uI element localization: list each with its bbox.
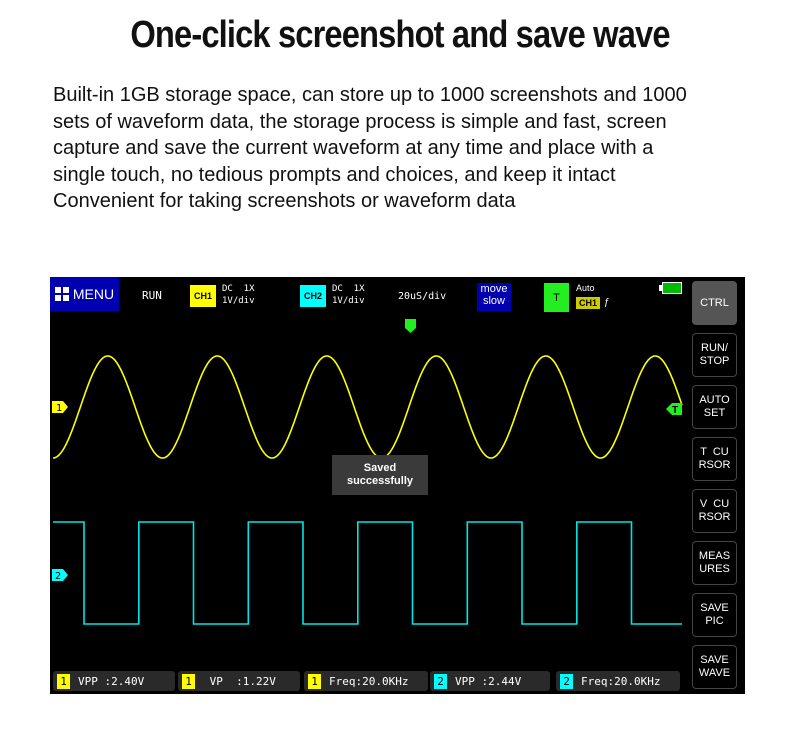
ch2-tag[interactable]: CH2 xyxy=(300,285,326,307)
rising-edge-icon: ƒ xyxy=(604,297,610,308)
run-state[interactable]: RUN xyxy=(142,289,162,302)
ch2-settings[interactable]: DC 1X 1V/div xyxy=(332,283,365,307)
v-cursor-button[interactable]: V CU RSOR xyxy=(692,489,737,533)
channel-badge: 2 xyxy=(434,673,447,689)
measurement-ch2-vpp: 2 VPP :2.44V xyxy=(430,671,550,691)
measurement-ch1-freq: 1 Freq:20.0KHz xyxy=(304,671,428,691)
ch1-sine-trace xyxy=(52,355,683,459)
ch2-square-trace xyxy=(53,521,682,625)
measurement-ch2-freq: 2 Freq:20.0KHz xyxy=(556,671,680,691)
battery-icon xyxy=(659,282,682,294)
ch1-marker-label: 1 xyxy=(56,403,62,414)
grid-icon xyxy=(54,287,69,301)
save-wave-button[interactable]: SAVE WAVE xyxy=(692,645,737,689)
channel-badge: 2 xyxy=(560,673,573,689)
trigger-source: CH1 xyxy=(576,297,600,309)
channel-badge: 1 xyxy=(182,673,195,689)
headline: One-click screenshot and save wave xyxy=(130,14,670,56)
t-cursor-button[interactable]: T CU RSOR xyxy=(692,437,737,481)
menu-button[interactable]: MENU xyxy=(50,277,119,311)
ch1-settings[interactable]: DC 1X 1V/div xyxy=(222,283,255,307)
oscilloscope-screen: 1 2 T MENU RUN CH1 DC 1X 1V/div CH2 DC 1… xyxy=(50,277,745,694)
move-speed-label: move slow xyxy=(480,283,508,307)
ch2-marker-label: 2 xyxy=(55,571,61,582)
trigger-marker-label: T xyxy=(672,405,678,416)
measurement-ch1-vp: 1 VP :1.22V xyxy=(178,671,300,691)
measurement-value: VPP :2.44V xyxy=(455,674,522,688)
measurement-value: VPP :2.40V xyxy=(78,674,145,688)
ctrl-button[interactable]: CTRL xyxy=(692,281,737,325)
auto-set-button[interactable]: AUTO SET xyxy=(692,385,737,429)
menu-label: MENU xyxy=(72,286,115,302)
channel-badge: 1 xyxy=(308,673,321,689)
ch1-tag[interactable]: CH1 xyxy=(190,285,216,307)
measurement-value: Freq:20.0KHz xyxy=(329,674,409,688)
save-pic-button[interactable]: SAVE PIC xyxy=(692,593,737,637)
trigger-button[interactable]: T xyxy=(544,283,569,312)
timebase[interactable]: 20uS/div xyxy=(398,291,446,302)
trigger-mode: Auto xyxy=(576,283,595,293)
description-line: Convenient for taking screenshots or wav… xyxy=(53,190,516,212)
measures-button[interactable]: MEAS URES xyxy=(692,541,737,585)
description-line: single touch, no tedious prompts and cho… xyxy=(53,163,616,186)
channel-badge: 1 xyxy=(57,673,70,689)
measurement-value: Freq:20.0KHz xyxy=(581,674,661,688)
description-line: Built-in 1GB storage space, can store up… xyxy=(53,84,687,106)
measurement-value: VP :1.22V xyxy=(203,674,276,688)
trigger-position-marker xyxy=(405,319,416,333)
description-line: sets of waveform data, the storage proce… xyxy=(53,110,667,133)
description: Built-in 1GB storage space, can store up… xyxy=(53,82,745,215)
run-stop-button[interactable]: RUN/ STOP xyxy=(692,333,737,377)
move-speed-button[interactable]: move slow xyxy=(477,283,511,311)
saved-toast: Saved successfully xyxy=(332,455,428,495)
description-line: capture and save the current waveform at… xyxy=(53,137,654,159)
measurement-ch1-vpp: 1 VPP :2.40V xyxy=(53,671,175,691)
